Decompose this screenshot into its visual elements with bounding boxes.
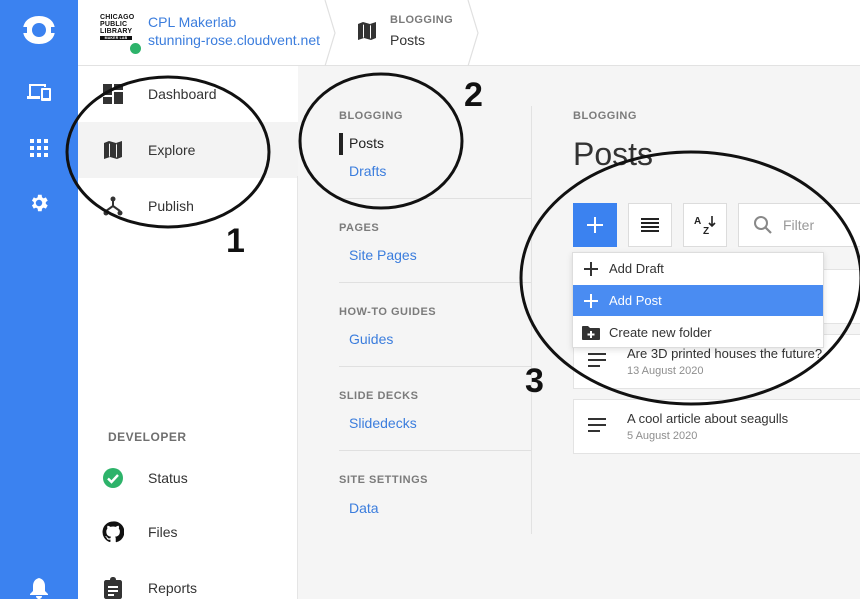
list-icon [641, 218, 659, 232]
filter-field[interactable] [738, 203, 860, 247]
menu-item-create-folder[interactable]: Create new folder [573, 317, 823, 348]
folder-plus-icon [573, 325, 609, 340]
logo-line-3: LIBRARY [100, 28, 133, 35]
sort-az-icon: AZ [694, 216, 716, 236]
menu-item-label: Create new folder [609, 325, 712, 340]
annotation-number-1: 1 [226, 222, 245, 260]
divider [339, 450, 532, 451]
breadcrumb-section[interactable]: BLOGGING [390, 14, 453, 26]
divider [339, 366, 532, 367]
content-section-label: BLOGGING [573, 110, 637, 122]
nav-item-reports[interactable]: Reports [78, 560, 298, 599]
post-card[interactable]: A cool article about seagulls 5 August 2… [573, 399, 860, 454]
nav-item-label: Status [148, 470, 188, 486]
gear-icon[interactable] [0, 192, 78, 214]
collection-link-guides[interactable]: Guides [349, 331, 393, 347]
filter-input[interactable] [783, 217, 860, 233]
nav-item-status[interactable]: Status [78, 450, 298, 506]
app-rail [0, 0, 78, 599]
check-circle-icon [78, 467, 148, 489]
post-title[interactable]: Are 3D printed houses the future? [627, 346, 822, 361]
menu-item-add-post[interactable]: Add Post [573, 285, 823, 316]
divider [339, 282, 532, 283]
post-date: 13 August 2020 [627, 365, 704, 377]
logo-line-1: CHICAGO [100, 14, 135, 21]
collection-group-heading: PAGES [339, 222, 380, 234]
collection-link-drafts[interactable]: Drafts [349, 163, 386, 179]
site-name[interactable]: CPL Makerlab [148, 14, 236, 30]
nav-item-publish[interactable]: Publish [78, 178, 298, 234]
nav-item-label: Publish [148, 198, 194, 214]
menu-item-add-draft[interactable]: Add Draft [573, 253, 823, 284]
annotation-number-2: 2 [464, 76, 483, 114]
logo-bar: MAKER LAB [100, 36, 132, 40]
collection-group-heading: HOW-TO GUIDES [339, 306, 437, 318]
sort-button[interactable]: AZ [683, 203, 727, 247]
apps-grid-icon[interactable] [0, 139, 78, 157]
map-icon [78, 141, 148, 159]
logo-line-2: PUBLIC [100, 21, 128, 28]
breadcrumb-separator-end [467, 0, 479, 66]
nav-item-files[interactable]: Files [78, 504, 298, 560]
list-view-button[interactable] [628, 203, 672, 247]
devices-icon[interactable] [0, 82, 78, 102]
merge-icon [78, 196, 148, 216]
nav-item-label: Files [148, 524, 178, 540]
bell-icon[interactable] [0, 578, 78, 599]
github-icon [78, 521, 148, 543]
plus-icon [587, 217, 603, 233]
nav-item-explore[interactable]: Explore [78, 122, 298, 178]
menu-item-label: Add Draft [609, 261, 664, 276]
nav-item-label: Explore [148, 142, 196, 158]
developer-heading: DEVELOPER [108, 430, 187, 444]
page-title: Posts [573, 136, 654, 172]
collection-link-posts[interactable]: Posts [338, 133, 384, 155]
annotation-number-3: 3 [525, 362, 544, 400]
nav-item-dashboard[interactable]: Dashboard [78, 66, 298, 122]
add-dropdown-menu: Add Draft Add Post Create new folder [572, 252, 824, 348]
post-title[interactable]: A cool article about seagulls [627, 411, 788, 426]
site-logo[interactable]: CHICAGO PUBLIC LIBRARY MAKER LAB [100, 14, 142, 55]
main-nav: Dashboard Explore Publish DEVELOPER Stat… [78, 66, 298, 599]
nav-item-label: Dashboard [148, 86, 217, 102]
top-bar: CHICAGO PUBLIC LIBRARY MAKER LAB CPL Mak… [78, 0, 860, 66]
svg-text:Z: Z [703, 226, 709, 236]
collection-group-heading: SITE SETTINGS [339, 474, 429, 486]
clipboard-icon [78, 577, 148, 599]
plus-icon [573, 261, 609, 276]
document-lines-icon [588, 418, 606, 437]
nav-item-label: Reports [148, 580, 198, 596]
breadcrumb-separator [324, 0, 336, 66]
post-date: 5 August 2020 [627, 430, 698, 442]
collection-link-data[interactable]: Data [349, 500, 379, 516]
collection-group-heading: BLOGGING [339, 110, 403, 122]
menu-item-label: Add Post [609, 293, 662, 308]
site-status-check-icon [129, 42, 142, 55]
search-icon [754, 216, 772, 234]
add-button[interactable] [573, 203, 617, 247]
divider [339, 198, 532, 199]
cloudcannon-logo-icon[interactable] [0, 14, 78, 46]
collection-link-site-pages[interactable]: Site Pages [349, 247, 417, 263]
collections-column: BLOGGING Posts Drafts PAGES Site Pages H… [298, 66, 532, 599]
site-url[interactable]: stunning-rose.cloudvent.net [148, 32, 320, 48]
collection-group-heading: SLIDE DECKS [339, 390, 419, 402]
collection-link-slidedecks[interactable]: Slidedecks [349, 415, 417, 431]
document-lines-icon [588, 353, 606, 372]
svg-text:A: A [694, 216, 701, 227]
breadcrumb-page[interactable]: Posts [390, 32, 425, 48]
map-icon [358, 22, 376, 45]
dashboard-icon [78, 84, 148, 104]
plus-icon [573, 293, 609, 308]
